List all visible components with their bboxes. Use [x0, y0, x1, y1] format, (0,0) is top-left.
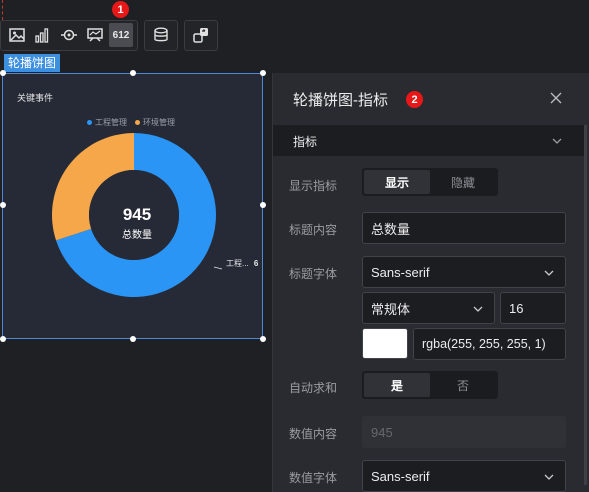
title-font-color-swatch[interactable]	[362, 328, 408, 359]
center-total-value: 945	[122, 205, 152, 224]
show-option[interactable]: 显示	[364, 170, 430, 194]
hide-option[interactable]: 隐藏	[430, 170, 496, 194]
title-font-family-select[interactable]: Sans-serif	[362, 256, 566, 288]
title-font-size-input[interactable]: 16	[500, 292, 566, 324]
resize-handle-bottom-right[interactable]	[260, 336, 266, 342]
database-icon[interactable]	[149, 23, 173, 47]
value-content-input[interactable]: 945	[362, 416, 566, 448]
indicator-settings-panel: 轮播饼图-指标 2 指标 显示指标 显示 隐藏 标题内容 总数量 标题字体 Sa…	[272, 73, 589, 492]
no-option[interactable]: 否	[430, 373, 496, 397]
value-font-family-value: Sans-serif	[371, 468, 430, 484]
resize-handle-top-right[interactable]	[260, 70, 266, 76]
value-font-family-select[interactable]: Sans-serif	[362, 460, 566, 492]
section-header-indicator[interactable]: 指标	[273, 125, 586, 156]
panel-title: 轮播饼图-指标	[293, 92, 388, 109]
toolbar-group-share	[184, 19, 218, 51]
value-font-label: 数值字体	[289, 471, 338, 485]
resize-handle-left[interactable]	[0, 202, 6, 208]
chevron-down-icon	[473, 306, 483, 312]
slice-label-name: 工程...	[226, 259, 249, 268]
resize-handle-top-left[interactable]	[0, 70, 6, 76]
component-toolbar: 612	[0, 19, 224, 51]
carousel-pie-card[interactable]: 关键事件 工程管理 环境管理 945 总数量 工程... 6	[2, 73, 263, 339]
panel-scrollbar[interactable]	[584, 125, 587, 485]
section-label: 指标	[293, 135, 318, 149]
slice-label-value: 6	[253, 259, 259, 268]
auto-sum-label: 自动求和	[289, 381, 338, 395]
resize-handle-top[interactable]	[130, 70, 136, 76]
close-icon[interactable]	[548, 90, 564, 106]
yes-option[interactable]: 是	[364, 373, 430, 397]
number-card-button[interactable]: 612	[109, 23, 133, 47]
slice-label: 工程... 6	[226, 258, 258, 269]
title-font-weight-select[interactable]: 常规体	[362, 292, 495, 324]
center-total-label: 总数量	[122, 230, 152, 241]
slice-leader-line	[213, 266, 223, 270]
title-content-label: 标题内容	[289, 223, 338, 237]
show-indicator-label: 显示指标	[289, 179, 338, 193]
chevron-down-icon	[544, 474, 554, 480]
chevron-down-icon	[544, 270, 554, 276]
share-icon[interactable]	[189, 23, 213, 47]
number-card-label: 612	[112, 29, 130, 41]
selection-guide-line	[2, 0, 3, 20]
title-content-input[interactable]: 总数量	[362, 212, 566, 244]
toolbar-group-charts: 612	[0, 19, 138, 51]
toolbar-group-data	[144, 19, 178, 51]
show-indicator-toggle: 显示 隐藏	[362, 168, 498, 196]
resize-handle-right[interactable]	[260, 202, 266, 208]
resize-handle-bottom[interactable]	[130, 336, 136, 342]
image-icon[interactable]	[5, 23, 29, 47]
value-content-label: 数值内容	[289, 427, 338, 441]
title-font-label: 标题字体	[289, 267, 338, 281]
title-font-weight-value: 常规体	[371, 301, 411, 317]
component-tag[interactable]: 轮播饼图	[4, 54, 61, 72]
title-font-color-input[interactable]: rgba(255, 255, 255, 1)	[413, 328, 566, 360]
chevron-down-icon	[552, 138, 562, 144]
map-icon[interactable]	[83, 23, 107, 47]
step-badge-1: 1	[112, 1, 129, 18]
target-icon[interactable]	[57, 23, 81, 47]
bar-chart-icon[interactable]	[31, 23, 55, 47]
auto-sum-toggle: 是 否	[362, 371, 498, 399]
title-font-family-value: Sans-serif	[371, 264, 430, 280]
resize-handle-bottom-left[interactable]	[0, 336, 6, 342]
step-badge-2: 2	[406, 91, 423, 108]
